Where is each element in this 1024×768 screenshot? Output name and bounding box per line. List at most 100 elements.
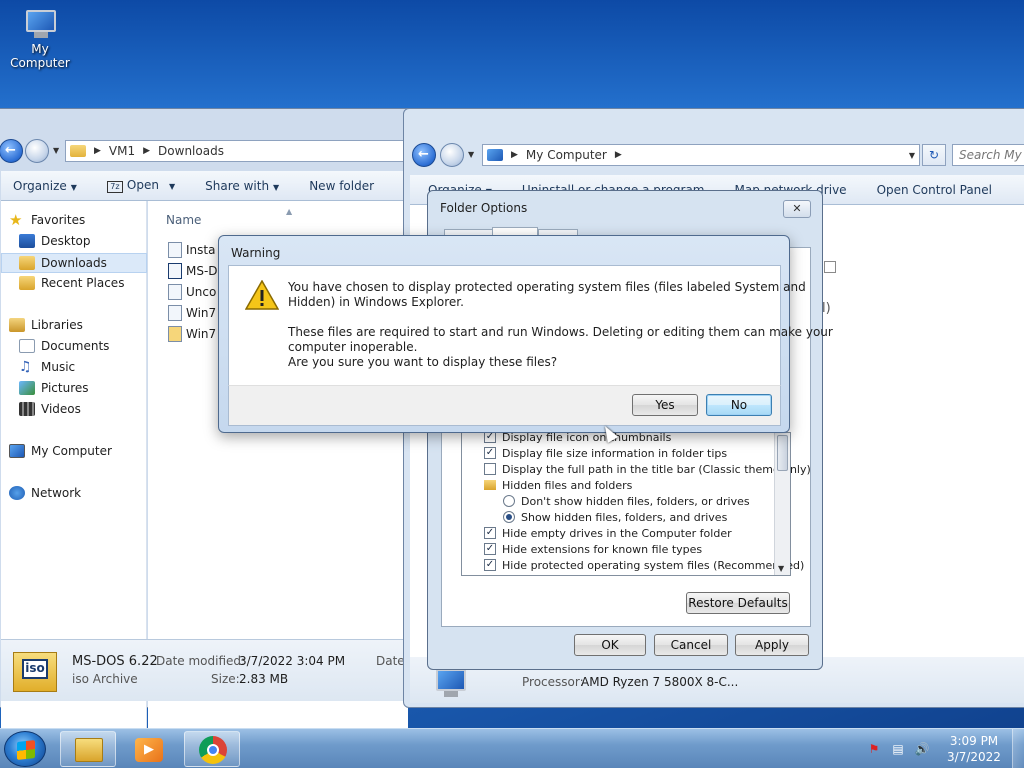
network-icon bbox=[9, 486, 25, 500]
yes-button[interactable]: Yes bbox=[632, 394, 698, 416]
warning-icon bbox=[245, 280, 279, 310]
folder-icon bbox=[484, 480, 496, 490]
warning-body: You have chosen to display protected ope… bbox=[228, 265, 833, 385]
no-button[interactable]: No bbox=[706, 394, 772, 416]
close-button[interactable]: ✕ bbox=[783, 200, 811, 218]
new-folder-button[interactable]: New folder bbox=[309, 179, 374, 193]
item-checkbox[interactable] bbox=[824, 261, 836, 273]
setting-row[interactable]: ✓ Hide protected operating system files (… bbox=[484, 557, 804, 573]
details-file-type: iso Archive bbox=[72, 672, 138, 686]
column-header-name[interactable]: Name bbox=[166, 213, 201, 227]
refresh-icon[interactable]: ↻ bbox=[922, 144, 946, 166]
restore-defaults-button[interactable]: Restore Defaults bbox=[686, 592, 790, 614]
scrollbar[interactable]: ▼ bbox=[774, 433, 790, 575]
search-input[interactable]: Search My C bbox=[952, 144, 1024, 166]
details-size-value: 2.83 MB bbox=[239, 672, 289, 686]
share-with-button[interactable]: Share with ▼ bbox=[205, 179, 279, 193]
sort-arrow-icon: ▲ bbox=[286, 207, 293, 216]
setting-row[interactable]: Don't show hidden files, folders, or dri… bbox=[503, 493, 750, 509]
breadcrumb-separator-icon: ▶ bbox=[511, 150, 518, 160]
breadcrumb-downloads[interactable]: Downloads bbox=[158, 144, 224, 158]
downloads-folder-icon bbox=[19, 256, 35, 270]
recent-places-icon bbox=[19, 276, 35, 290]
system-tray: ⚑ ▤ 🔊 bbox=[866, 729, 938, 768]
file-icon bbox=[168, 305, 182, 321]
recent-pages-chevron-icon[interactable]: ▼ bbox=[53, 146, 59, 155]
taskbar-explorer-button[interactable] bbox=[60, 731, 116, 767]
radio-button[interactable] bbox=[503, 495, 515, 507]
list-item[interactable]: Win7 bbox=[168, 326, 216, 342]
warning-message-line: computer inoperable. bbox=[288, 340, 418, 354]
address-dropdown-icon[interactable]: ▼ bbox=[909, 151, 915, 160]
documents-icon bbox=[19, 339, 35, 353]
checkbox[interactable]: ✓ bbox=[484, 543, 496, 555]
checkbox[interactable]: ✓ bbox=[484, 559, 496, 571]
computer-icon bbox=[9, 444, 25, 458]
list-item[interactable]: MS-D bbox=[168, 263, 218, 279]
breadcrumb-vm1[interactable]: VM1 bbox=[109, 144, 135, 158]
back-arrow-icon: ← bbox=[5, 143, 16, 158]
system-clock[interactable]: 3:09 PM 3/7/2022 bbox=[944, 733, 1004, 765]
pictures-icon bbox=[19, 381, 35, 395]
iso-archive-icon: iso bbox=[13, 652, 57, 692]
cancel-button[interactable]: Cancel bbox=[654, 634, 728, 656]
clock-time: 3:09 PM bbox=[949, 734, 999, 748]
taskbar-chrome-button[interactable] bbox=[184, 731, 240, 767]
drive-label-fragment: l) bbox=[822, 301, 831, 316]
scroll-down-icon[interactable]: ▼ bbox=[778, 564, 784, 573]
nav-videos[interactable]: Videos bbox=[19, 402, 81, 416]
action-center-flag-icon[interactable]: ⚑ bbox=[866, 741, 882, 757]
forward-button[interactable] bbox=[440, 143, 464, 167]
checkbox[interactable] bbox=[484, 463, 496, 475]
apply-button[interactable]: Apply bbox=[735, 634, 809, 656]
warning-message-line: You have chosen to display protected ope… bbox=[288, 280, 806, 294]
breadcrumb-my-computer[interactable]: My Computer bbox=[526, 148, 607, 162]
scrollbar-thumb[interactable] bbox=[777, 435, 788, 471]
setting-row[interactable]: ✓ Display file size information in folder… bbox=[484, 445, 727, 461]
list-item[interactable]: Win7 bbox=[168, 305, 216, 321]
taskbar-media-player-button[interactable]: ▶ bbox=[120, 731, 176, 767]
nav-pictures[interactable]: Pictures bbox=[19, 381, 89, 395]
desktop-icon-my-computer[interactable]: My Computer bbox=[2, 8, 78, 70]
show-desktop-button[interactable] bbox=[1012, 729, 1024, 768]
setting-row[interactable]: ✓ Hide empty drives in the Computer folde… bbox=[484, 525, 732, 541]
generic-file-icon bbox=[168, 284, 182, 300]
nav-libraries[interactable]: Libraries bbox=[9, 318, 83, 332]
nav-desktop[interactable]: Desktop bbox=[19, 234, 91, 248]
checkbox[interactable]: ✓ bbox=[484, 447, 496, 459]
media-player-icon: ▶ bbox=[135, 738, 163, 762]
setting-row[interactable]: ✓ Hide extensions for known file types bbox=[484, 541, 702, 557]
back-button[interactable]: ← bbox=[412, 143, 436, 167]
processor-value: AMD Ryzen 7 5800X 8-C... bbox=[581, 675, 739, 689]
setting-row[interactable]: Display the full path in the title bar (… bbox=[484, 461, 811, 477]
folder-options-title: Folder Options bbox=[440, 201, 528, 215]
forward-button[interactable] bbox=[25, 139, 49, 163]
volume-icon[interactable]: 🔊 bbox=[914, 741, 930, 757]
back-button[interactable]: ← bbox=[0, 139, 23, 163]
recent-pages-chevron-icon[interactable]: ▼ bbox=[468, 150, 474, 159]
back-arrow-icon: ← bbox=[418, 147, 429, 162]
star-icon: ★ bbox=[9, 211, 23, 229]
nav-my-computer[interactable]: My Computer bbox=[9, 444, 112, 458]
open-control-panel-button[interactable]: Open Control Panel bbox=[877, 183, 992, 197]
desktop-icon bbox=[19, 234, 35, 248]
nav-network[interactable]: Network bbox=[9, 486, 81, 500]
videos-icon bbox=[19, 402, 35, 416]
network-status-icon[interactable]: ▤ bbox=[890, 741, 906, 757]
start-button[interactable] bbox=[4, 731, 46, 767]
libraries-icon bbox=[9, 318, 25, 332]
nav-music[interactable]: ♫ Music bbox=[19, 360, 75, 374]
list-item[interactable]: Insta bbox=[168, 242, 215, 258]
open-button[interactable]: 7z Open ▼ bbox=[106, 178, 175, 193]
nav-downloads[interactable]: Downloads bbox=[1, 253, 147, 273]
setting-row[interactable]: Show hidden files, folders, and drives bbox=[503, 509, 727, 525]
nav-documents[interactable]: Documents bbox=[19, 339, 109, 353]
organize-button[interactable]: Organize▼ bbox=[13, 179, 77, 193]
nav-recent-places[interactable]: Recent Places bbox=[19, 276, 124, 290]
checkbox[interactable]: ✓ bbox=[484, 527, 496, 539]
address-bar[interactable]: ▶ My Computer ▶ ▼ bbox=[482, 144, 920, 166]
ok-button[interactable]: OK bbox=[574, 634, 646, 656]
list-item[interactable]: Unco bbox=[168, 284, 216, 300]
nav-favorites[interactable]: ★ Favorites bbox=[9, 211, 85, 229]
radio-button[interactable] bbox=[503, 511, 515, 523]
